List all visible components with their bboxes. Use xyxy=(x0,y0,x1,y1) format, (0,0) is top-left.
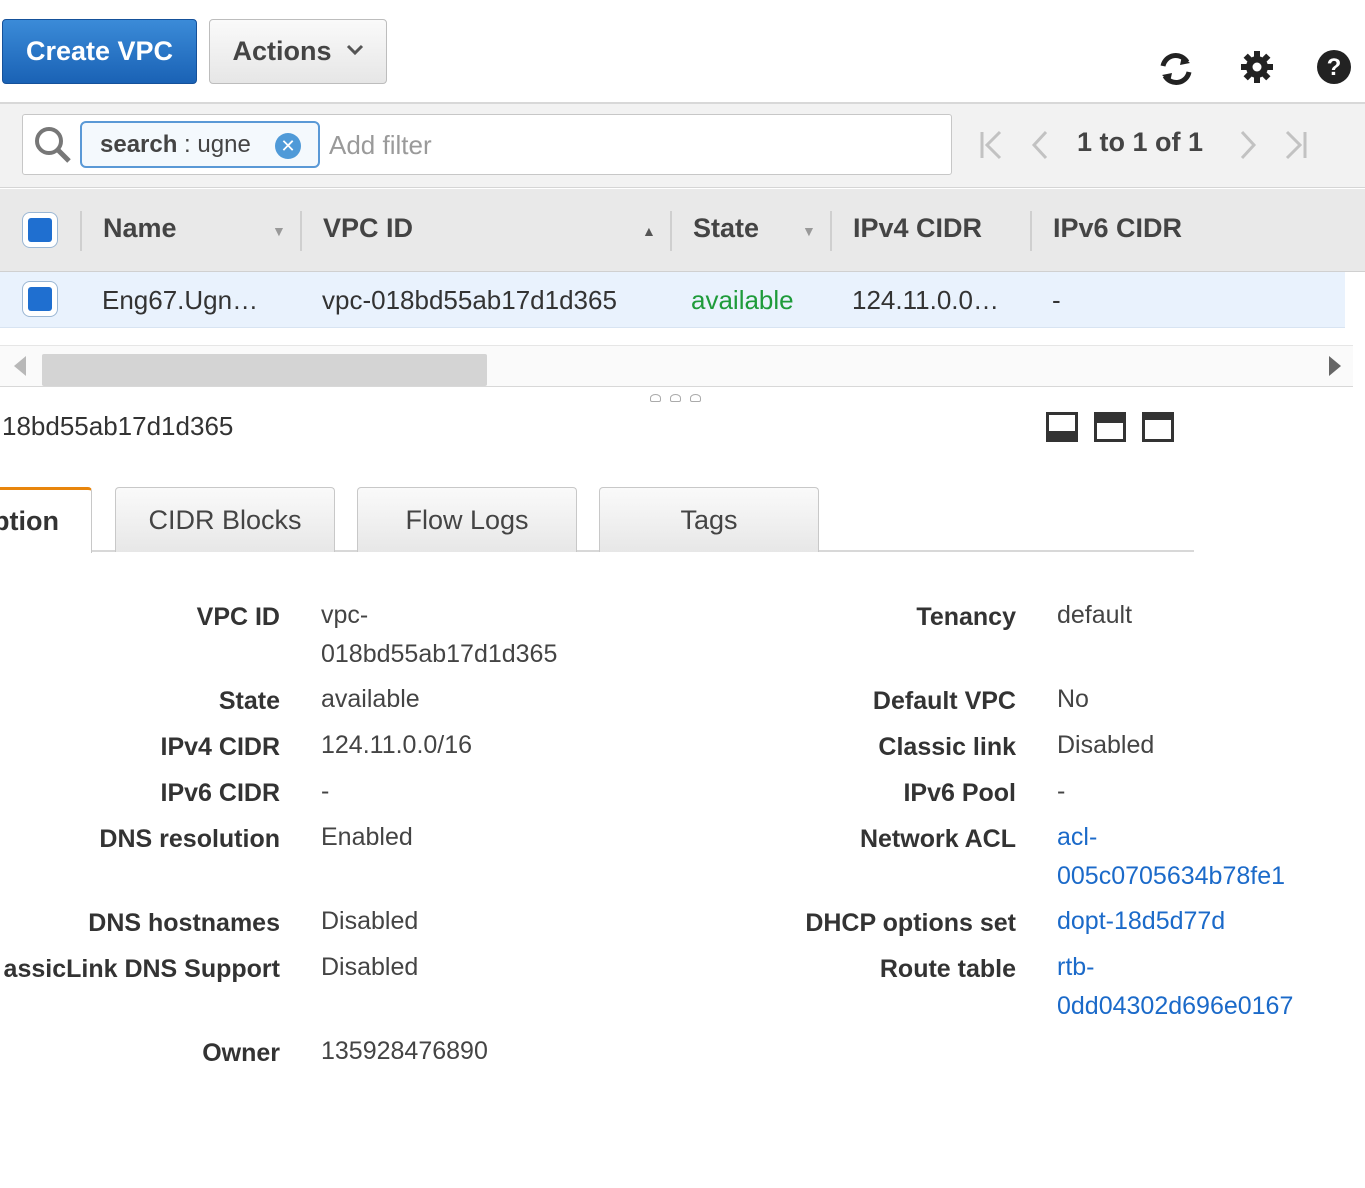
scrollbar-thumb[interactable] xyxy=(42,354,487,386)
layout-full-icon[interactable] xyxy=(1142,412,1174,442)
row-checkbox[interactable] xyxy=(22,281,58,317)
value-classic-link: Disabled xyxy=(1057,731,1155,759)
label-ipv6-pool: IPv6 Pool xyxy=(903,779,1016,807)
route-table-link[interactable]: rtb- 0dd04302d696e0167 xyxy=(1057,948,1293,1026)
column-separator xyxy=(670,211,672,251)
value-ipv4-cidr: 124.11.0.0/16 xyxy=(321,731,473,759)
filter-token-sep: : xyxy=(177,130,198,158)
table-row[interactable]: Eng67.Ugn… vpc-018bd55ab17d1d365 availab… xyxy=(0,272,1345,328)
value-classiclink-dns-support: Disabled xyxy=(321,953,419,981)
tab-label: Flow Logs xyxy=(405,504,529,535)
tab-label: ption xyxy=(0,506,59,536)
label-owner: Owner xyxy=(202,1039,280,1067)
tab-flow-logs[interactable]: Flow Logs xyxy=(357,487,577,552)
value-line: 0dd04302d696e0167 xyxy=(1057,992,1294,1020)
tab-label: CIDR Blocks xyxy=(148,504,302,535)
first-page-icon[interactable] xyxy=(972,122,1012,168)
value-line: rtb- xyxy=(1057,953,1095,981)
network-acl-link[interactable]: acl- 005c0705634b78fe1 xyxy=(1057,818,1285,896)
value-tenancy: default xyxy=(1057,601,1133,629)
label-ipv4-cidr: IPv4 CIDR xyxy=(160,733,280,761)
value-dns-resolution: Enabled xyxy=(321,823,413,851)
pane-resize-handle[interactable] xyxy=(650,394,701,402)
value-ipv6-cidr: - xyxy=(321,777,330,805)
label-classiclink-dns-support: assicLink DNS Support xyxy=(3,955,280,983)
label-default-vpc: Default VPC xyxy=(872,687,1016,715)
tab-tags[interactable]: Tags xyxy=(599,487,819,552)
clear-icon[interactable]: ✕ xyxy=(275,133,301,159)
tab-label: Tags xyxy=(680,504,738,535)
filter-input[interactable] xyxy=(329,129,929,161)
chevron-down-icon xyxy=(346,41,364,62)
dhcp-options-link[interactable]: dopt-18d5d77d xyxy=(1057,902,1225,941)
actions-label: Actions xyxy=(232,36,332,66)
next-page-icon[interactable] xyxy=(1228,122,1268,168)
value-default-vpc: No xyxy=(1057,685,1089,713)
cell-name: Eng67.Ugn… xyxy=(102,285,259,315)
layout-bottom-icon[interactable] xyxy=(1046,412,1078,442)
label-dhcp-options-set: DHCP options set xyxy=(805,909,1016,937)
create-vpc-label: Create VPC xyxy=(25,36,174,66)
svg-text:?: ? xyxy=(1327,54,1342,81)
column-header-ipv6-cidr[interactable]: IPv6 CIDR xyxy=(1053,213,1182,244)
label-dns-hostnames: DNS hostnames xyxy=(88,909,280,937)
search-box[interactable]: search : ugne ✕ xyxy=(22,114,952,175)
table-header: Name ▼ VPC ID ▲ State ▼ IPv4 CIDR IPv6 C… xyxy=(0,189,1365,272)
cell-ipv4-cidr: 124.11.0.0… xyxy=(852,285,999,315)
gear-icon[interactable] xyxy=(1238,48,1278,88)
pagination-text: 1 to 1 of 1 xyxy=(1077,127,1204,157)
last-page-icon[interactable] xyxy=(1275,122,1315,168)
column-header-ipv4-cidr[interactable]: IPv4 CIDR xyxy=(853,213,982,244)
value-owner: 135928476890 xyxy=(321,1037,488,1065)
search-icon xyxy=(33,125,73,165)
cell-state: available xyxy=(691,285,794,315)
sort-up-icon[interactable]: ▲ xyxy=(642,223,656,239)
filter-token[interactable]: search : ugne ✕ xyxy=(80,121,320,168)
label-vpc-id: VPC ID xyxy=(196,603,280,631)
value-line: 018bd55ab17d1d365 xyxy=(321,640,558,668)
tab-description[interactable]: ption xyxy=(0,487,92,553)
filter-token-value: ugne xyxy=(197,130,251,158)
label-ipv6-cidr: IPv6 CIDR xyxy=(160,779,280,807)
label-dns-resolution: DNS resolution xyxy=(99,825,280,853)
value-vpc-id: vpc- 018bd55ab17d1d365 xyxy=(321,596,557,674)
sort-down-icon[interactable]: ▼ xyxy=(272,223,286,239)
label-network-acl: Network ACL xyxy=(859,825,1016,853)
value-dns-hostnames: Disabled xyxy=(321,907,419,935)
value-line: 005c0705634b78fe1 xyxy=(1057,862,1286,890)
label-classic-link: Classic link xyxy=(878,733,1016,761)
column-header-vpc-id[interactable]: VPC ID xyxy=(323,213,413,244)
layout-split-icon[interactable] xyxy=(1094,412,1126,442)
label-tenancy: Tenancy xyxy=(916,603,1016,631)
column-separator xyxy=(80,211,82,251)
actions-button[interactable]: Actions xyxy=(209,19,387,84)
column-separator xyxy=(830,211,832,251)
column-header-state[interactable]: State xyxy=(693,213,759,244)
value-line: acl- xyxy=(1057,823,1098,851)
column-separator xyxy=(300,211,302,251)
refresh-icon[interactable] xyxy=(1155,48,1195,88)
horizontal-scrollbar[interactable] xyxy=(0,345,1353,387)
tab-cidr-blocks[interactable]: CIDR Blocks xyxy=(115,487,335,552)
cell-ipv6-cidr: - xyxy=(1052,285,1061,315)
prev-page-icon[interactable] xyxy=(1020,122,1060,168)
detail-title: 18bd55ab17d1d365 xyxy=(2,411,234,441)
label-route-table: Route table xyxy=(879,955,1016,983)
help-icon[interactable]: ? xyxy=(1315,48,1355,88)
column-header-name[interactable]: Name xyxy=(103,213,177,244)
cell-vpc-id: vpc-018bd55ab17d1d365 xyxy=(322,285,617,315)
value-ipv6-pool: - xyxy=(1057,777,1066,805)
create-vpc-button[interactable]: Create VPC xyxy=(2,19,197,84)
filter-token-key: search xyxy=(100,130,178,158)
select-all-checkbox[interactable] xyxy=(22,212,58,248)
value-line: vpc- xyxy=(321,601,369,629)
value-state: available xyxy=(321,685,420,713)
scroll-right-icon[interactable] xyxy=(1329,356,1341,376)
column-separator xyxy=(1030,211,1032,251)
sort-down-icon[interactable]: ▼ xyxy=(802,223,816,239)
label-state: State xyxy=(218,687,280,715)
scroll-left-icon[interactable] xyxy=(14,356,26,376)
